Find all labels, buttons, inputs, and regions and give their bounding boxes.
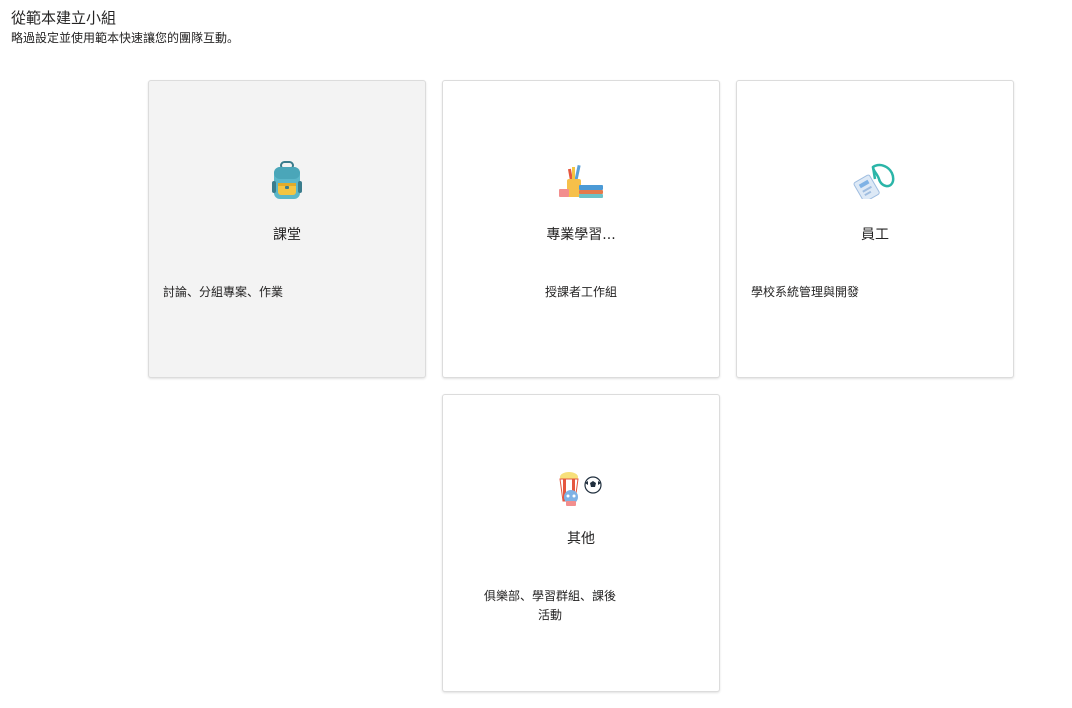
template-card-plc[interactable]: 專業學習... 授課者工作組 xyxy=(442,80,720,378)
card-title: 其他 xyxy=(567,531,595,547)
template-card-class[interactable]: 課堂 討論、分組專案、作業 xyxy=(148,80,426,378)
card-title: 專業學習... xyxy=(546,227,616,243)
card-title: 員工 xyxy=(861,227,889,243)
page-subtitle: 略過設定並使用範本快速讓您的團隊互動。 xyxy=(11,31,240,45)
lanyard-badge-icon xyxy=(851,159,899,203)
card-description: 學校系統管理與開發 xyxy=(751,285,860,299)
card-description: 授課者工作組 xyxy=(544,285,617,299)
template-card-staff[interactable]: 員工 學校系統管理與開發 xyxy=(736,80,1014,378)
popcorn-soccer-icon xyxy=(557,467,605,511)
header: 從範本建立小組 略過設定並使用範本快速讓您的團隊互動。 xyxy=(11,8,239,46)
backpack-icon xyxy=(263,159,311,203)
card-description: 討論、分組專案、作業 xyxy=(163,285,284,299)
books-pencils-icon xyxy=(557,159,605,203)
card-title: 課堂 xyxy=(273,227,301,243)
card-description: 俱樂部、學習群組、課後活動 xyxy=(483,589,616,622)
page-title: 從範本建立小組 xyxy=(11,9,117,27)
template-picker-page: 從範本建立小組 略過設定並使用範本快速讓您的團隊互動。 課堂 討論、分組專案、作… xyxy=(0,0,1072,708)
template-card-other[interactable]: 其他 俱樂部、學習群組、課後活動 xyxy=(442,394,720,692)
